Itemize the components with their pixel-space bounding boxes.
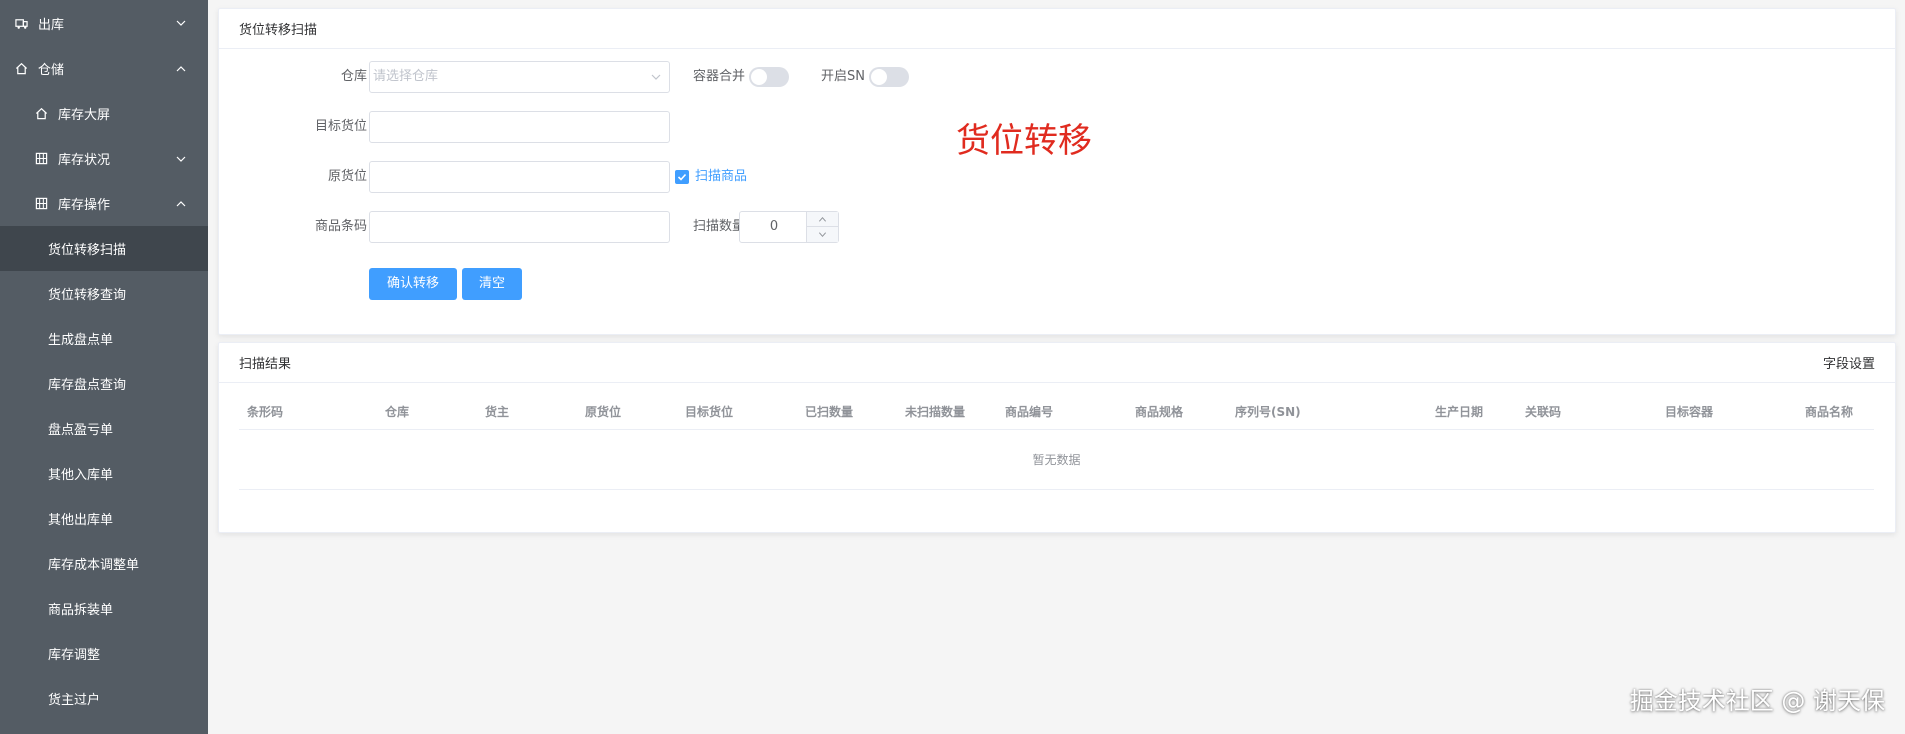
- result-card: 扫描结果 字段设置 条形码 仓库 货主 原货位 目标货位 已扫数量 未扫描数量 …: [218, 342, 1896, 533]
- watermark: 掘金技术社区 @ 谢天保: [1629, 687, 1885, 715]
- target-location-label: 目标货位: [314, 119, 367, 134]
- scan-qty-value[interactable]: 0: [740, 212, 808, 242]
- container-merge-switch[interactable]: [749, 67, 789, 87]
- sidebar-item-stocktake-profit-loss[interactable]: 盘点盈亏单: [0, 406, 208, 451]
- chevron-up-icon: [176, 64, 186, 74]
- chevron-down-icon: [818, 232, 827, 238]
- clear-button[interactable]: 清空: [462, 268, 522, 300]
- sidebar-item-label: 其他出库单: [48, 513, 114, 528]
- sidebar-item-label: 货位转移扫描: [48, 243, 127, 258]
- table-empty-text: 暂无数据: [239, 430, 1874, 490]
- scan-goods-label[interactable]: 扫描商品: [695, 170, 747, 184]
- enable-sn-label: 开启SN: [821, 69, 865, 84]
- sidebar-item-label: 其他入库单: [48, 468, 114, 483]
- column-header[interactable]: 目标货位: [685, 395, 733, 429]
- sidebar-item-create-stocktake[interactable]: 生成盘点单: [0, 316, 208, 361]
- enable-sn-switch[interactable]: [869, 67, 909, 87]
- sidebar-item-owner-transfer[interactable]: 货主过户: [0, 676, 208, 721]
- scan-result-table: 条形码 仓库 货主 原货位 目标货位 已扫数量 未扫描数量 商品编号 商品规格 …: [239, 395, 1874, 490]
- sidebar-item-cost-adjustment[interactable]: 库存成本调整单: [0, 541, 208, 586]
- switch-knob: [751, 69, 767, 85]
- column-header[interactable]: 生产日期: [1435, 395, 1483, 429]
- source-location-input[interactable]: [369, 161, 670, 193]
- source-location-label: 原货位: [327, 169, 367, 184]
- sidebar-item-other-inbound[interactable]: 其他入库单: [0, 451, 208, 496]
- sidebar-item-label: 商品拆装单: [48, 603, 114, 618]
- sidebar-item-inventory-status[interactable]: 库存状况: [0, 136, 208, 181]
- sidebar-item-stocktake-query[interactable]: 库存盘点查询: [0, 361, 208, 406]
- main-content: 货位转移扫描 仓库 请选择仓库 容器合并 开启SN 货位转移 目标货位 原货位 …: [208, 0, 1905, 734]
- scan-qty-label: 扫描数量: [693, 219, 746, 234]
- column-header[interactable]: 目标容器: [1665, 395, 1713, 429]
- target-location-input[interactable]: [369, 111, 670, 143]
- sidebar-item-inventory-dashboard[interactable]: 库存大屏: [0, 91, 208, 136]
- sidebar-item-label: 货主过户: [48, 693, 101, 708]
- sidebar-item-label: 库存成本调整单: [48, 558, 140, 573]
- warehouse-select[interactable]: 请选择仓库: [369, 61, 670, 93]
- column-header[interactable]: 已扫数量: [805, 395, 853, 429]
- sidebar-item-label: 库存状况: [58, 153, 111, 168]
- sidebar-item-location-transfer-scan[interactable]: 货位转移扫描: [0, 226, 208, 271]
- barcode-input[interactable]: [369, 211, 670, 243]
- sidebar-item-other-outbound[interactable]: 其他出库单: [0, 496, 208, 541]
- sidebar-item-goods-assembly[interactable]: 商品拆装单: [0, 586, 208, 631]
- scan-card-title: 货位转移扫描: [239, 23, 318, 38]
- sidebar-item-label: 库存操作: [58, 198, 111, 213]
- scan-card-header: 货位转移扫描: [219, 9, 1895, 49]
- sidebar-item-label: 库存调整: [48, 648, 101, 663]
- sidebar-item-location-transfer-query[interactable]: 货位转移查询: [0, 271, 208, 316]
- chevron-down-icon: [651, 74, 661, 80]
- sidebar-item-outbound[interactable]: 出库: [0, 0, 208, 46]
- sidebar-item-inventory-operations[interactable]: 库存操作: [0, 181, 208, 226]
- column-header[interactable]: 关联码: [1525, 395, 1561, 429]
- sidebar-item-storage[interactable]: 仓储: [0, 46, 208, 91]
- home-icon: [14, 62, 28, 76]
- page-big-title: 货位转移: [956, 121, 1092, 161]
- chevron-up-icon: [176, 199, 186, 209]
- warehouse-placeholder: 请选择仓库: [373, 69, 439, 84]
- column-header[interactable]: 条形码: [247, 395, 283, 429]
- column-header[interactable]: 原货位: [585, 395, 621, 429]
- scan-card: 货位转移扫描 仓库 请选择仓库 容器合并 开启SN 货位转移 目标货位 原货位 …: [218, 8, 1896, 335]
- sidebar-item-label: 库存大屏: [58, 108, 111, 123]
- table-header-row: 条形码 仓库 货主 原货位 目标货位 已扫数量 未扫描数量 商品编号 商品规格 …: [239, 395, 1874, 430]
- sidebar-item-label: 库存盘点查询: [48, 378, 127, 393]
- confirm-transfer-button[interactable]: 确认转移: [369, 268, 457, 300]
- column-header[interactable]: 未扫描数量: [905, 395, 965, 429]
- field-settings-button[interactable]: 字段设置: [1823, 353, 1875, 372]
- chevron-down-icon: [176, 18, 186, 28]
- result-card-header: 扫描结果 字段设置: [219, 343, 1895, 383]
- scan-qty-stepper[interactable]: 0: [739, 211, 839, 243]
- truck-icon: [14, 16, 28, 30]
- sidebar-item-label: 出库: [38, 17, 65, 33]
- check-icon: [677, 173, 687, 181]
- warehouse-label: 仓库: [340, 69, 367, 84]
- scan-goods-checkbox[interactable]: [675, 170, 689, 184]
- barcode-label: 商品条码: [314, 219, 367, 234]
- sidebar-item-label: 仓储: [38, 63, 65, 78]
- home-icon: [34, 107, 48, 121]
- sidebar-item-label: 货位转移查询: [48, 288, 127, 303]
- column-header[interactable]: 仓库: [385, 395, 409, 429]
- sidebar: 出库 仓储 库存大屏 库存状况 库存操作 货位转移扫描 货位转移查询 生成盘点单: [0, 0, 208, 734]
- column-header[interactable]: 货主: [485, 395, 509, 429]
- column-header[interactable]: 商品规格: [1135, 395, 1183, 429]
- sidebar-item-label: 盘点盈亏单: [48, 423, 114, 438]
- column-header[interactable]: 商品名称: [1805, 395, 1853, 429]
- increase-button[interactable]: [806, 212, 838, 227]
- column-header[interactable]: 商品编号: [1005, 395, 1053, 429]
- chevron-up-icon: [818, 216, 827, 222]
- switch-knob: [871, 69, 887, 85]
- decrease-button[interactable]: [806, 227, 838, 242]
- sidebar-item-label: 生成盘点单: [48, 333, 114, 348]
- chevron-down-icon: [176, 154, 186, 164]
- grid-icon: [34, 197, 48, 211]
- column-header[interactable]: 序列号(SN): [1235, 395, 1301, 429]
- sidebar-item-inventory-adjustment[interactable]: 库存调整: [0, 631, 208, 676]
- result-card-title: 扫描结果: [239, 357, 292, 372]
- container-merge-label: 容器合并: [693, 69, 746, 84]
- grid-icon: [34, 152, 48, 166]
